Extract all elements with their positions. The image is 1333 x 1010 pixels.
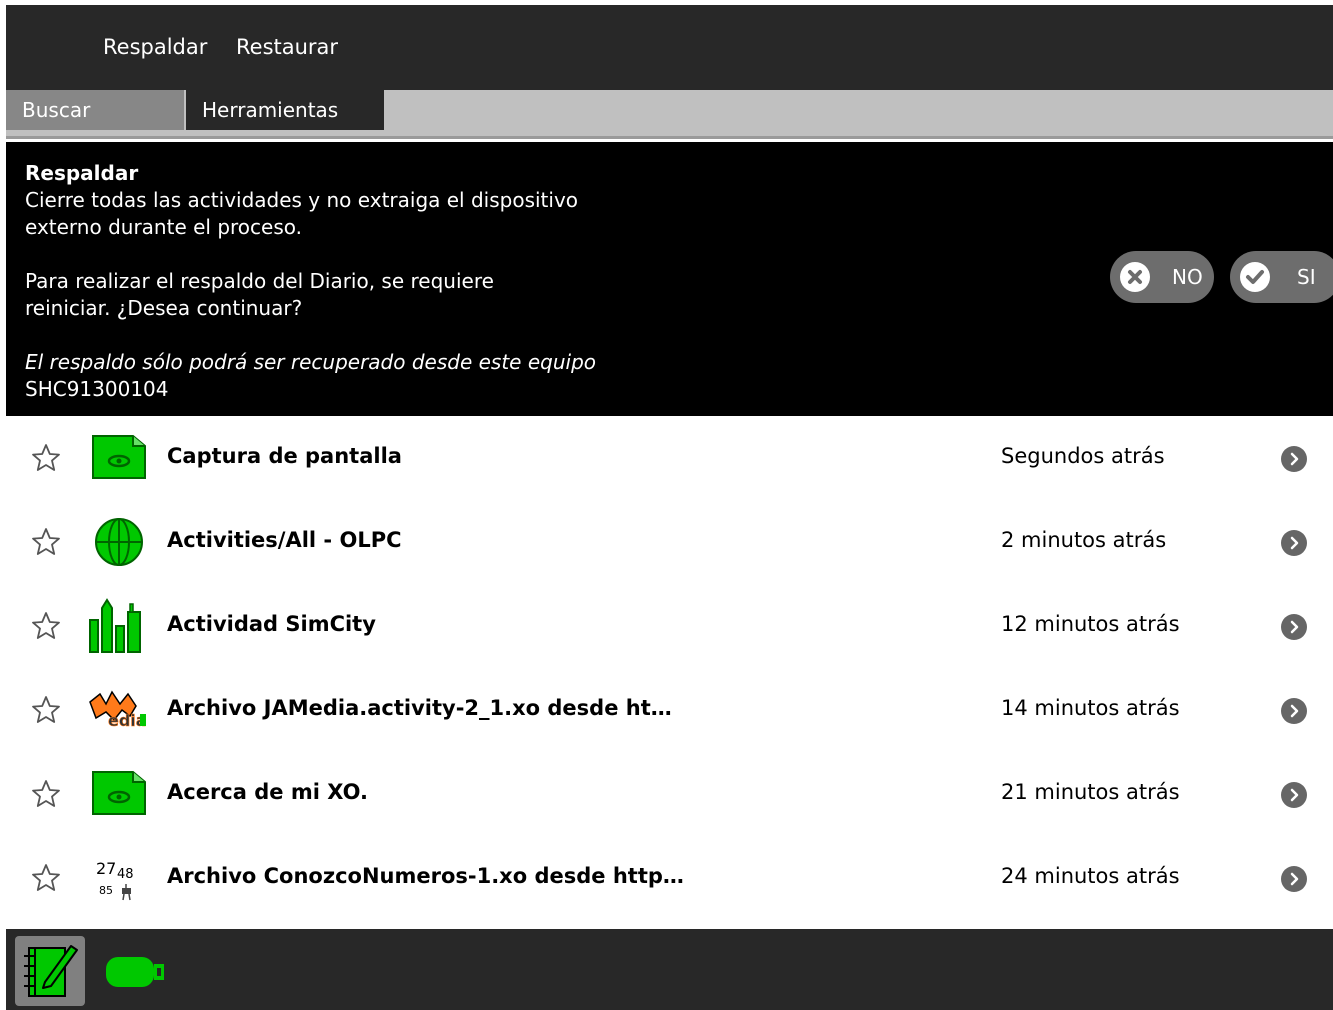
ok-icon [1240, 262, 1270, 292]
entry-time: 2 minutos atrás [1001, 528, 1167, 552]
chevron-right-icon[interactable] [1281, 614, 1307, 640]
star-icon[interactable] [30, 442, 62, 474]
list-item[interactable]: edia Archivo JAMedia.activity-2_1.xo des… [6, 668, 1333, 752]
star-icon[interactable] [30, 862, 62, 894]
number-27: 27 [96, 859, 116, 878]
jamedia-icon[interactable]: edia [86, 682, 150, 738]
usb-drive-button[interactable] [101, 949, 171, 994]
journal-icon [24, 945, 78, 997]
menu-restaurar[interactable]: Restaurar [236, 35, 338, 59]
chevron-right-icon[interactable] [1281, 866, 1307, 892]
journal-window: Respaldar Restaurar Buscar Herramientas … [6, 5, 1333, 1010]
image-viewer-icon[interactable] [86, 430, 150, 486]
entry-time: 14 minutos atrás [1001, 696, 1180, 720]
browse-globe-icon[interactable] [86, 514, 150, 570]
star-icon[interactable] [30, 694, 62, 726]
star-icon[interactable] [30, 778, 62, 810]
yes-button-label: SI [1297, 265, 1316, 289]
no-button-label: NO [1172, 265, 1203, 289]
cancel-icon [1120, 262, 1150, 292]
list-item[interactable]: Acerca de mi XO. 21 minutos atrás [6, 752, 1333, 836]
list-item[interactable]: Actividad SimCity 12 minutos atrás [6, 584, 1333, 668]
bottom-toolbar [6, 929, 1333, 1010]
conozco-numeros-icon[interactable]: 27 48 85 [86, 850, 150, 906]
entry-title[interactable]: Acerca de mi XO. [167, 780, 368, 804]
yes-button[interactable]: SI [1230, 251, 1333, 303]
entry-time: Segundos atrás [1001, 444, 1165, 468]
number-48: 48 [117, 867, 134, 882]
entry-title[interactable]: Archivo ConozcoNumeros-1.xo desde http… [167, 864, 684, 888]
alert-message: Cierre todas las actividades y no extrai… [25, 188, 579, 239]
chevron-right-icon[interactable] [1281, 446, 1307, 472]
tab-buscar[interactable]: Buscar [6, 90, 184, 130]
alert-title: Respaldar [25, 161, 139, 185]
list-item[interactable]: 27 48 85 Archivo ConozcoNumeros-1.xo des… [6, 836, 1333, 920]
list-item[interactable]: Captura de pantalla Segundos atrás [6, 416, 1333, 500]
tab-herramientas[interactable]: Herramientas [186, 90, 384, 130]
entry-title[interactable]: Activities/All - OLPC [167, 528, 402, 552]
backup-alert: Respaldar Cierre todas las actividades y… [6, 142, 1333, 416]
alert-text-block: Respaldar Cierre todas las actividades y… [25, 160, 725, 403]
usb-drive-icon [106, 957, 164, 987]
chevron-right-icon[interactable] [1281, 530, 1307, 556]
menu-respaldar[interactable]: Respaldar [103, 35, 207, 59]
alert-note: El respaldo sólo podrá ser recuperado de… [25, 350, 597, 374]
alert-message-restart: Para realizar el respaldo del Diario, se… [25, 269, 494, 320]
number-85: 85 [99, 884, 113, 897]
star-icon[interactable] [30, 610, 62, 642]
chevron-right-icon[interactable] [1281, 698, 1307, 724]
entry-title[interactable]: Actividad SimCity [167, 612, 376, 636]
entry-title[interactable]: Captura de pantalla [167, 444, 402, 468]
simcity-icon[interactable] [86, 598, 150, 654]
journal-button[interactable] [15, 936, 85, 1006]
entry-title[interactable]: Archivo JAMedia.activity-2_1.xo desde ht… [167, 696, 672, 720]
entry-time: 21 minutos atrás [1001, 780, 1180, 804]
chevron-right-icon[interactable] [1281, 782, 1307, 808]
no-button[interactable]: NO [1110, 251, 1214, 303]
entry-time: 12 minutos atrás [1001, 612, 1180, 636]
top-toolbar: Respaldar Restaurar [6, 5, 1333, 90]
list-item[interactable]: Activities/All - OLPC 2 minutos atrás [6, 500, 1333, 584]
image-viewer-icon[interactable] [86, 766, 150, 822]
alert-serial: SHC91300104 [25, 377, 169, 401]
tab-bar: Buscar Herramientas [6, 90, 1333, 139]
entry-time: 24 minutos atrás [1001, 864, 1180, 888]
star-icon[interactable] [30, 526, 62, 558]
